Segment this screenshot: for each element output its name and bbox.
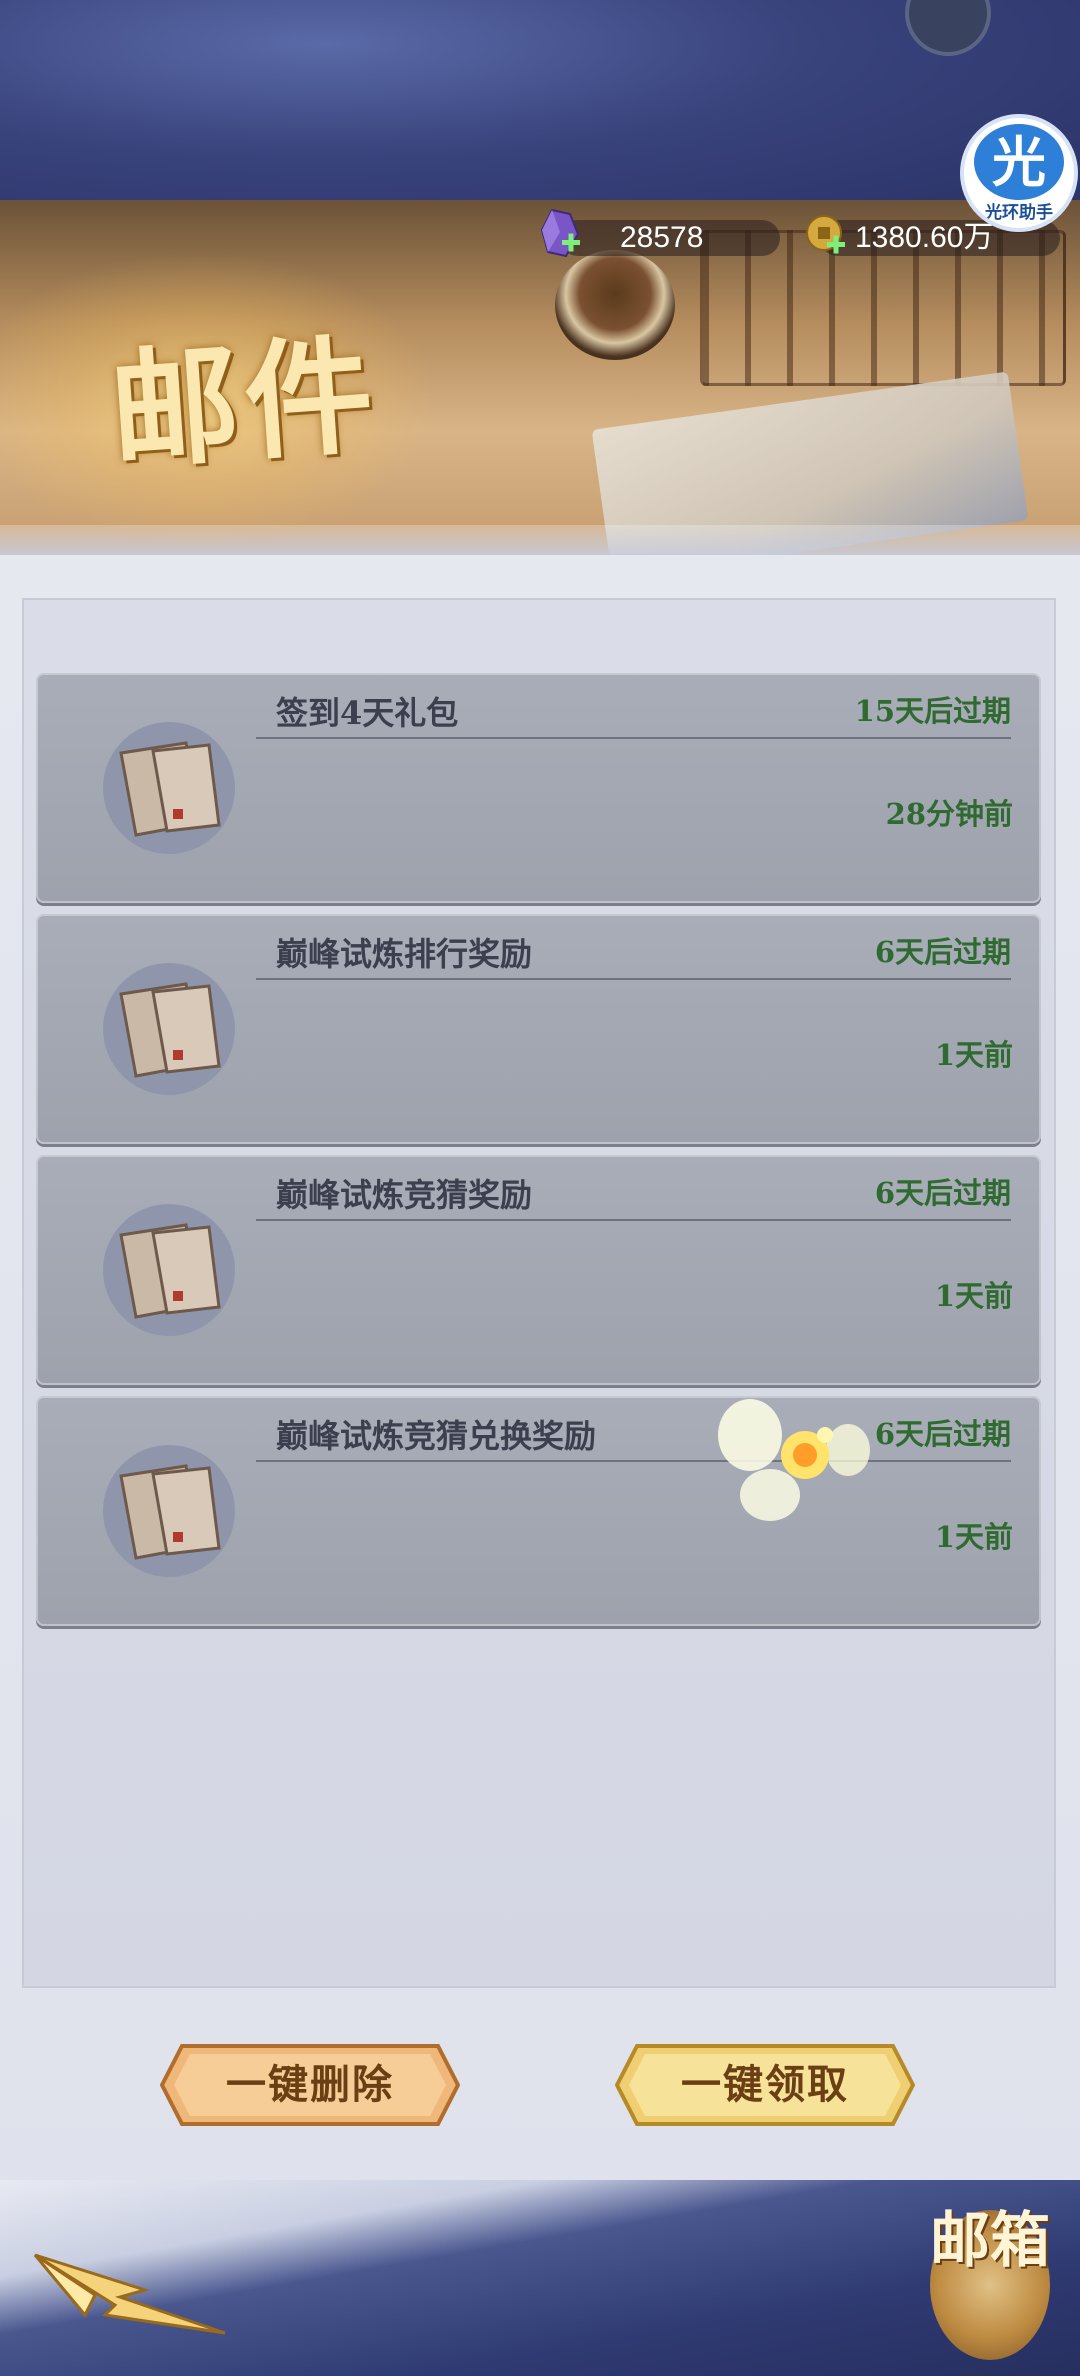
claim-all-label: 一键领取 — [681, 2061, 849, 2108]
mail-time: 1天前 — [934, 1279, 1013, 1313]
back-arrow-icon[interactable] — [25, 2235, 235, 2345]
mail-time: 1天前 — [934, 1520, 1013, 1554]
mail-item[interactable]: 签到4天礼包 15天后过期 28分钟前 — [36, 673, 1041, 903]
mail-time: 28分钟前 — [885, 797, 1013, 831]
mail-title: 巅峰试炼排行奖励 — [276, 935, 533, 973]
mail-time: 1天前 — [934, 1038, 1013, 1072]
helper-assistant-button[interactable]: 光 光环助手 — [960, 114, 1078, 232]
mail-expire: 15天后过期 — [854, 694, 1011, 728]
delete-all-label: 一键删除 — [226, 2061, 394, 2108]
coin-plus-icon[interactable] — [805, 214, 847, 256]
banner-border — [0, 525, 1080, 555]
coin-value: 1380.60万 — [855, 221, 994, 254]
claim-all-button[interactable]: 一键领取 — [615, 2042, 915, 2128]
helper-logo-icon: 光 — [974, 124, 1064, 200]
mailbox-button[interactable]: 邮箱 — [920, 2195, 1060, 2365]
mail-item[interactable]: 巅峰试炼竞猜奖励 6天后过期 1天前 — [36, 1155, 1041, 1385]
mail-divider — [256, 1219, 1011, 1221]
mail-title: 签到4天礼包 — [276, 694, 459, 732]
letter-icon — [103, 1445, 235, 1577]
mail-divider — [256, 1460, 1011, 1462]
mail-divider — [256, 737, 1011, 739]
gem-plus-icon[interactable] — [538, 208, 584, 262]
mail-expire: 6天后过期 — [874, 1176, 1011, 1210]
mailbox-label: 邮箱 — [930, 2206, 1050, 2276]
delete-all-button[interactable]: 一键删除 — [160, 2042, 460, 2128]
letter-icon — [103, 722, 235, 854]
page-title: 邮件 — [105, 319, 384, 489]
mail-expire: 6天后过期 — [874, 1417, 1011, 1451]
mail-expire: 6天后过期 — [874, 935, 1011, 969]
letter-icon — [103, 1204, 235, 1336]
mail-divider — [256, 978, 1011, 980]
helper-label: 光环助手 — [985, 203, 1053, 223]
gem-value: 28578 — [620, 221, 704, 254]
mail-title: 巅峰试炼竞猜奖励 — [276, 1176, 533, 1214]
mail-item[interactable]: 巅峰试炼竞猜兑换奖励 6天后过期 1天前 — [36, 1396, 1041, 1626]
letter-icon — [103, 963, 235, 1095]
mail-item[interactable]: 巅峰试炼排行奖励 6天后过期 1天前 — [36, 914, 1041, 1144]
mail-title: 巅峰试炼竞猜兑换奖励 — [276, 1417, 597, 1455]
tea-cup-image — [555, 250, 675, 360]
